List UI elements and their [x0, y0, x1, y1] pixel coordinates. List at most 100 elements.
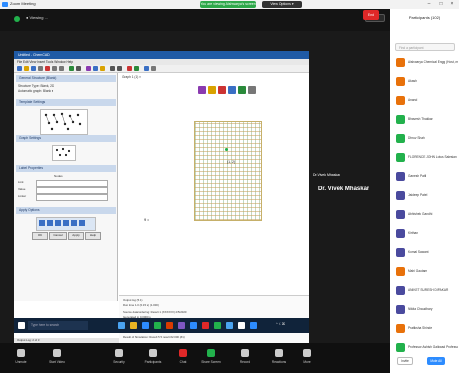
- open-folder-icon[interactable]: [24, 66, 29, 71]
- taskbar-app-icon[interactable]: [202, 322, 209, 329]
- participant-row[interactable]: FLORENCE JOHN Lotus Salesian: [390, 150, 459, 164]
- start-video-button[interactable]: Start Video: [42, 343, 72, 373]
- graph-tool-icon[interactable]: [238, 86, 246, 94]
- copy-icon[interactable]: [52, 66, 57, 71]
- minimize-icon[interactable]: –: [424, 1, 434, 8]
- participant-row[interactable]: Bhavesh Thakkar: [390, 112, 459, 126]
- graph-tool-icon[interactable]: [228, 86, 236, 94]
- graph-tool-icon[interactable]: [218, 86, 226, 94]
- participant-row[interactable]: Anand: [390, 93, 459, 107]
- participant-row[interactable]: Ganesh Patil: [390, 169, 459, 183]
- taskbar-app-icon[interactable]: [154, 322, 161, 329]
- close-icon[interactable]: ×: [447, 1, 457, 8]
- security-button[interactable]: Security: [104, 343, 134, 373]
- participant-row[interactable]: Jaideep Patel: [390, 188, 459, 202]
- add-icon[interactable]: [134, 66, 139, 71]
- apply-options-palette[interactable]: [36, 217, 96, 231]
- participant-row[interactable]: Komal Sawant: [390, 245, 459, 259]
- new-file-icon[interactable]: [17, 66, 22, 71]
- chat-button[interactable]: Chat: [168, 343, 198, 373]
- ok-button[interactable]: OK: [32, 232, 48, 240]
- graph-tool-icon[interactable]: [248, 86, 256, 94]
- save-icon[interactable]: [31, 66, 36, 71]
- grid-icon[interactable]: [93, 66, 98, 71]
- encryption-shield-icon[interactable]: [14, 16, 20, 22]
- participant-search-input[interactable]: Find a participant: [395, 43, 455, 51]
- run-icon[interactable]: [69, 66, 74, 71]
- participant-row[interactable]: Aishwarya Chemical Engg (Host, me): [390, 55, 459, 69]
- value-field[interactable]: [36, 187, 108, 194]
- linker-field[interactable]: [36, 194, 108, 201]
- taskbar-app-icon[interactable]: [142, 322, 149, 329]
- paste-icon[interactable]: [59, 66, 64, 71]
- participant-row[interactable]: Dhruv Shah: [390, 131, 459, 145]
- participant-row[interactable]: Pratiksha Shinde: [390, 321, 459, 335]
- taskbar-app-icon[interactable]: [214, 322, 221, 329]
- graph-grid[interactable]: (1, 2): [194, 121, 262, 221]
- viewing-label[interactable]: ● Viewing ...: [26, 15, 48, 20]
- unmute-button[interactable]: Unmute: [6, 343, 36, 373]
- participant-row[interactable]: Abhishek Gandhi: [390, 207, 459, 221]
- system-tray[interactable]: ^ ☇ ⌘: [276, 322, 285, 326]
- help-button[interactable]: Help: [85, 232, 101, 240]
- participant-row[interactable]: Akash: [390, 74, 459, 88]
- link-field[interactable]: [36, 180, 108, 187]
- taskbar-search-input[interactable]: Type here to search: [28, 321, 88, 330]
- graph-tool-icon[interactable]: [198, 86, 206, 94]
- invite-button[interactable]: Invite: [397, 357, 413, 365]
- help-icon[interactable]: [151, 66, 156, 71]
- chart-icon[interactable]: [86, 66, 91, 71]
- taskbar-app-icon[interactable]: [178, 322, 185, 329]
- reactions-button[interactable]: Reactions: [264, 343, 294, 373]
- participant-name: Abhishek Gandhi: [408, 212, 433, 216]
- graph-preview[interactable]: [52, 145, 76, 161]
- graph-tab[interactable]: Graph 1 (1) ×: [122, 75, 141, 79]
- automatic-graph-select[interactable]: Automatic graph: Blank ▾: [18, 89, 53, 93]
- taskbar-app-icon[interactable]: [166, 322, 173, 329]
- zoom-out-icon[interactable]: [117, 66, 122, 71]
- zoom-in-icon[interactable]: [110, 66, 115, 71]
- speaker-tile-label: Dr.Vivek Mhaskar: [313, 173, 341, 177]
- maximize-icon[interactable]: □: [436, 1, 446, 8]
- view-options-button[interactable]: View Options ▾: [262, 1, 302, 8]
- participants-button[interactable]: Participants: [138, 343, 168, 373]
- apply-button[interactable]: Apply: [68, 232, 84, 240]
- windows-start-icon[interactable]: [18, 322, 25, 329]
- section-label-properties[interactable]: Label Properties: [16, 165, 116, 172]
- cut-icon[interactable]: [45, 66, 50, 71]
- section-apply-options[interactable]: Apply Options: [16, 207, 116, 214]
- taskbar-app-icon[interactable]: [238, 322, 245, 329]
- participant-row[interactable]: Kirthan: [390, 226, 459, 240]
- end-meeting-button[interactable]: End: [363, 10, 379, 20]
- graph-point[interactable]: [225, 148, 228, 151]
- avatar: [396, 305, 405, 314]
- structure-type-text: Structure Type: Blank, 2D: [18, 84, 55, 88]
- share-screen-button[interactable]: Share Screen: [196, 343, 226, 373]
- taskbar-app-icon[interactable]: [250, 322, 257, 329]
- record-button[interactable]: Record: [230, 343, 260, 373]
- active-speaker-name: Dr. Vivek Mhaskar: [318, 186, 370, 192]
- nodes-label: Nodes: [54, 174, 63, 178]
- taskbar-app-icon[interactable]: [118, 322, 125, 329]
- participant-row[interactable]: Professor Ashish Gaikwad Professor: [390, 340, 459, 354]
- participant-row[interactable]: Nikita Chaudhary: [390, 302, 459, 316]
- print-icon[interactable]: [38, 66, 43, 71]
- participant-row[interactable]: ANIKET SURESH DIPAKAR: [390, 283, 459, 297]
- delete-icon[interactable]: [127, 66, 132, 71]
- section-general-structure[interactable]: General Structure (Blank): [16, 75, 116, 82]
- taskbar-app-icon[interactable]: [190, 322, 197, 329]
- cancel-button[interactable]: Cancel: [49, 232, 67, 240]
- stop-icon[interactable]: [76, 66, 81, 71]
- taskbar-app-icon[interactable]: [226, 322, 233, 329]
- participant-name: FLORENCE JOHN Lotus Salesian: [408, 155, 457, 159]
- graph-tool-icon[interactable]: [208, 86, 216, 94]
- mute-all-button[interactable]: Mute All: [427, 357, 445, 365]
- settings-icon[interactable]: [144, 66, 149, 71]
- participant-row[interactable]: Mahi Gautam: [390, 264, 459, 278]
- more-button[interactable]: More: [292, 343, 322, 373]
- molecule-template-preview[interactable]: [40, 109, 88, 135]
- section-graph-settings[interactable]: Graph Settings: [16, 135, 116, 142]
- section-template-settings[interactable]: Template Settings: [16, 99, 116, 106]
- label-icon[interactable]: [100, 66, 105, 71]
- taskbar-app-icon[interactable]: [130, 322, 137, 329]
